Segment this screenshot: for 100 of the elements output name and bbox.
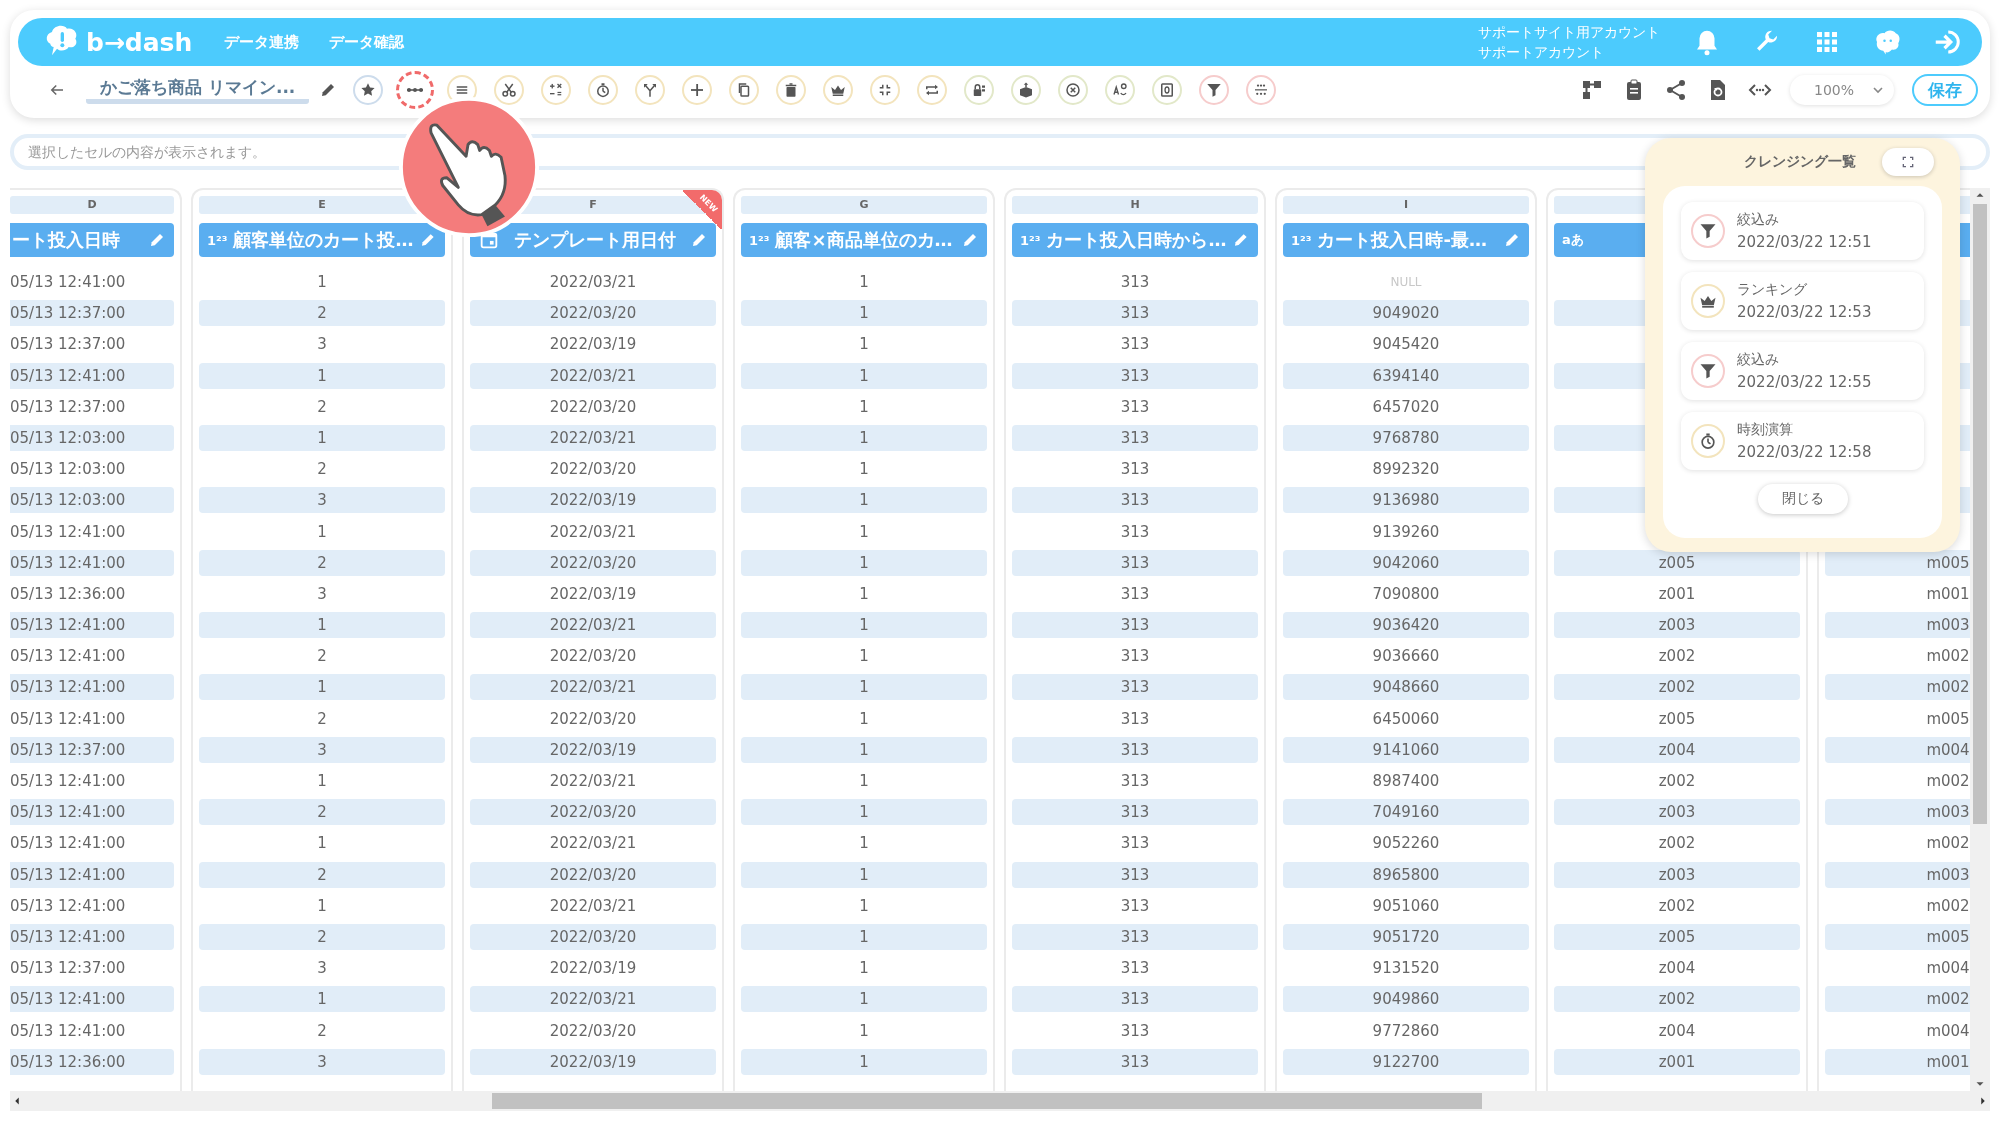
table-cell[interactable]: 8992320 [1283,456,1529,483]
table-cell[interactable]: 2022/03/20 [470,923,716,950]
table-cell[interactable]: 1 [199,768,445,794]
table-cell[interactable]: 05/13 12:37:00 [10,736,174,763]
table-cell[interactable]: 05/13 12:41:00 [10,518,174,545]
zoom-select[interactable]: 100% [1790,75,1894,105]
table-cell[interactable]: z005 [1554,549,1800,576]
table-cell[interactable]: 05/13 12:41:00 [10,674,174,701]
table-cell[interactable]: 1 [741,1048,987,1075]
table-cell[interactable]: z005 [1554,705,1800,732]
table-cell[interactable]: 05/13 12:41:00 [10,1017,174,1044]
table-cell[interactable]: 313 [1012,362,1258,389]
table-cell[interactable]: z001 [1554,1048,1800,1075]
table-cell[interactable]: z005 [1554,923,1800,950]
table-cell[interactable]: 313 [1012,799,1258,826]
table-cell[interactable]: 1 [741,861,987,888]
table-cell[interactable]: 313 [1012,580,1258,607]
cleansing-item[interactable]: 絞込み 2022/03/22 12:51 [1681,202,1924,260]
table-cell[interactable]: 313 [1012,393,1258,420]
table-cell[interactable]: m005 [1825,705,1970,732]
table-cell[interactable]: 05/13 12:37:00 [10,955,174,982]
table-cell[interactable]: 2022/03/21 [470,892,716,919]
table-cell[interactable]: m002 [1825,986,1970,1013]
table-cell[interactable]: 9045420 [1283,331,1529,358]
table-cell[interactable]: 2022/03/20 [470,300,716,327]
table-cell[interactable]: 2 [199,923,445,950]
table-cell[interactable]: 1 [741,799,987,826]
table-cell[interactable]: m003 [1825,861,1970,888]
table-cell[interactable]: 2022/03/21 [470,424,716,451]
table-cell[interactable]: 05/13 12:41:00 [10,923,174,950]
table-cell[interactable]: 2022/03/21 [470,362,716,389]
table-cell[interactable]: z004 [1554,955,1800,982]
table-cell[interactable]: z004 [1554,1017,1800,1044]
table-cell[interactable]: 2022/03/19 [470,1048,716,1075]
table-cell[interactable]: 313 [1012,736,1258,763]
table-cell[interactable]: 9048660 [1283,674,1529,701]
table-cell[interactable]: 9139260 [1283,518,1529,545]
table-cell[interactable]: m001 [1825,580,1970,607]
table-cell[interactable]: 2022/03/20 [470,1017,716,1044]
table-cell[interactable]: 2022/03/21 [470,269,716,295]
table-cell[interactable]: z002 [1554,768,1800,794]
table-cell[interactable]: 2022/03/20 [470,861,716,888]
table-cell[interactable]: 2022/03/19 [470,487,716,514]
table-cell[interactable]: 3 [199,331,445,358]
table-cell[interactable]: 313 [1012,986,1258,1013]
table-cell[interactable]: 2022/03/20 [470,393,716,420]
table-cell[interactable]: 1 [741,487,987,514]
table-cell[interactable]: 1 [199,986,445,1013]
table-cell[interactable]: 3 [199,580,445,607]
table-cell[interactable]: 1 [741,705,987,732]
table-cell[interactable]: 1 [741,830,987,857]
table-cell[interactable]: z003 [1554,861,1800,888]
table-cell[interactable]: 313 [1012,861,1258,888]
table-cell[interactable]: 313 [1012,424,1258,451]
table-cell[interactable]: 3 [199,1048,445,1075]
table-cell[interactable]: 05/13 12:41:00 [10,768,174,794]
table-cell[interactable]: 9131520 [1283,955,1529,982]
table-cell[interactable]: 2022/03/20 [470,799,716,826]
table-cell[interactable]: 2022/03/21 [470,768,716,794]
table-cell[interactable]: 9772860 [1283,1017,1529,1044]
table-cell[interactable]: 313 [1012,955,1258,982]
table-cell[interactable]: 9051720 [1283,923,1529,950]
table-cell[interactable]: 9036660 [1283,643,1529,670]
table-cell[interactable]: 1 [741,362,987,389]
table-cell[interactable]: z002 [1554,674,1800,701]
table-cell[interactable]: 6450060 [1283,705,1529,732]
table-cell[interactable]: m005 [1825,923,1970,950]
table-cell[interactable]: 1 [741,393,987,420]
table-cell[interactable]: 1 [199,612,445,639]
table-cell[interactable]: z002 [1554,892,1800,919]
table-cell[interactable]: 3 [199,487,445,514]
table-cell[interactable]: 2 [199,456,445,483]
table-cell[interactable]: 9136980 [1283,487,1529,514]
table-cell[interactable]: z002 [1554,643,1800,670]
table-cell[interactable]: 2022/03/21 [470,674,716,701]
table-cell[interactable]: 05/13 12:36:00 [10,580,174,607]
table-cell[interactable]: 313 [1012,674,1258,701]
document-title[interactable]: かご落ち商品 リマイン... [86,76,310,104]
table-cell[interactable]: 6457020 [1283,393,1529,420]
table-cell[interactable]: 313 [1012,1048,1258,1075]
table-cell[interactable]: 1 [199,892,445,919]
table-cell[interactable]: 2 [199,1017,445,1044]
cleansing-item[interactable]: ランキング 2022/03/22 12:53 [1681,272,1924,330]
table-cell[interactable]: 2022/03/21 [470,518,716,545]
table-cell[interactable]: z003 [1554,612,1800,639]
table-cell[interactable]: 9122700 [1283,1048,1529,1075]
table-cell[interactable]: 2022/03/19 [470,580,716,607]
table-cell[interactable]: 7049160 [1283,799,1529,826]
table-cell[interactable]: 3 [199,736,445,763]
table-cell[interactable]: 2022/03/20 [470,456,716,483]
table-cell[interactable]: 05/13 12:36:00 [10,1048,174,1075]
table-cell[interactable]: 2 [199,705,445,732]
table-cell[interactable]: 05/13 12:03:00 [10,456,174,483]
table-cell[interactable]: 1 [741,331,987,358]
table-cell[interactable]: 05/13 12:41:00 [10,269,174,295]
table-cell[interactable]: m004 [1825,1017,1970,1044]
vertical-scrollbar[interactable] [1970,188,1990,1091]
table-cell[interactable]: 1 [741,518,987,545]
table-cell[interactable]: 1 [741,674,987,701]
table-cell[interactable]: 9141060 [1283,736,1529,763]
